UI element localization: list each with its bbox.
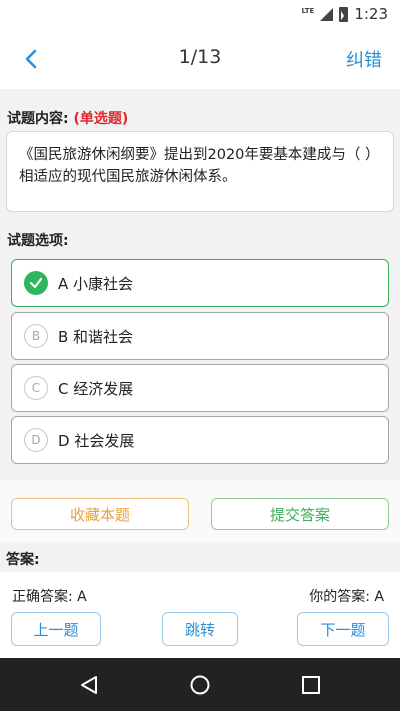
next-question-button[interactable]: 下一题	[297, 612, 389, 646]
question-type: (单选题)	[73, 111, 129, 127]
option-d[interactable]: D D 社会发展	[11, 416, 389, 464]
status-bar: LTE 1:23	[0, 0, 400, 27]
option-letter-badge: D	[24, 428, 48, 452]
option-text: B 和谐社会	[58, 327, 134, 346]
options-heading: 试题选项:	[7, 233, 69, 249]
network-type: LTE	[301, 7, 315, 15]
back-triangle-icon[interactable]	[78, 674, 100, 696]
home-circle-icon[interactable]	[189, 674, 211, 696]
system-nav-bar	[0, 658, 400, 711]
option-text: A 小康社会	[58, 274, 134, 293]
question-counter: 1/13	[178, 46, 222, 68]
option-letter-badge: C	[24, 376, 48, 400]
battery-icon	[339, 6, 349, 22]
favorite-button[interactable]: 收藏本题	[11, 498, 189, 530]
your-answer: 你的答案: A	[309, 589, 384, 605]
answer-panel: 正确答案: A 你的答案: A 上一题 跳转 下一题	[0, 572, 400, 658]
top-bar: 1/13 纠错	[0, 27, 400, 89]
option-c[interactable]: C C 经济发展	[11, 364, 389, 412]
option-letter-badge: B	[24, 324, 48, 348]
system-indicators: LTE 1:23	[301, 5, 388, 23]
answer-heading: 答案:	[6, 552, 40, 568]
submit-answer-button[interactable]: 提交答案	[211, 498, 389, 530]
question-label: 试题内容:	[7, 111, 69, 127]
correct-answer: 正确答案: A	[12, 589, 87, 605]
prev-question-button[interactable]: 上一题	[11, 612, 101, 646]
option-a[interactable]: A 小康社会	[11, 259, 389, 307]
option-b[interactable]: B B 和谐社会	[11, 312, 389, 360]
option-text: C 经济发展	[58, 379, 134, 398]
question-heading: 试题内容: (单选题)	[7, 108, 128, 128]
recents-square-icon[interactable]	[300, 674, 322, 696]
question-text: 《国民旅游休闲纲要》提出到2020年要基本建成与（ ）相适应的现代国民旅游休闲体…	[6, 131, 394, 212]
clock: 1:23	[354, 5, 388, 23]
option-text: D 社会发展	[58, 431, 135, 450]
signal-icon	[320, 7, 334, 21]
jump-button[interactable]: 跳转	[162, 612, 238, 646]
check-circle-icon	[24, 271, 48, 295]
report-error-button[interactable]: 纠错	[346, 46, 382, 72]
